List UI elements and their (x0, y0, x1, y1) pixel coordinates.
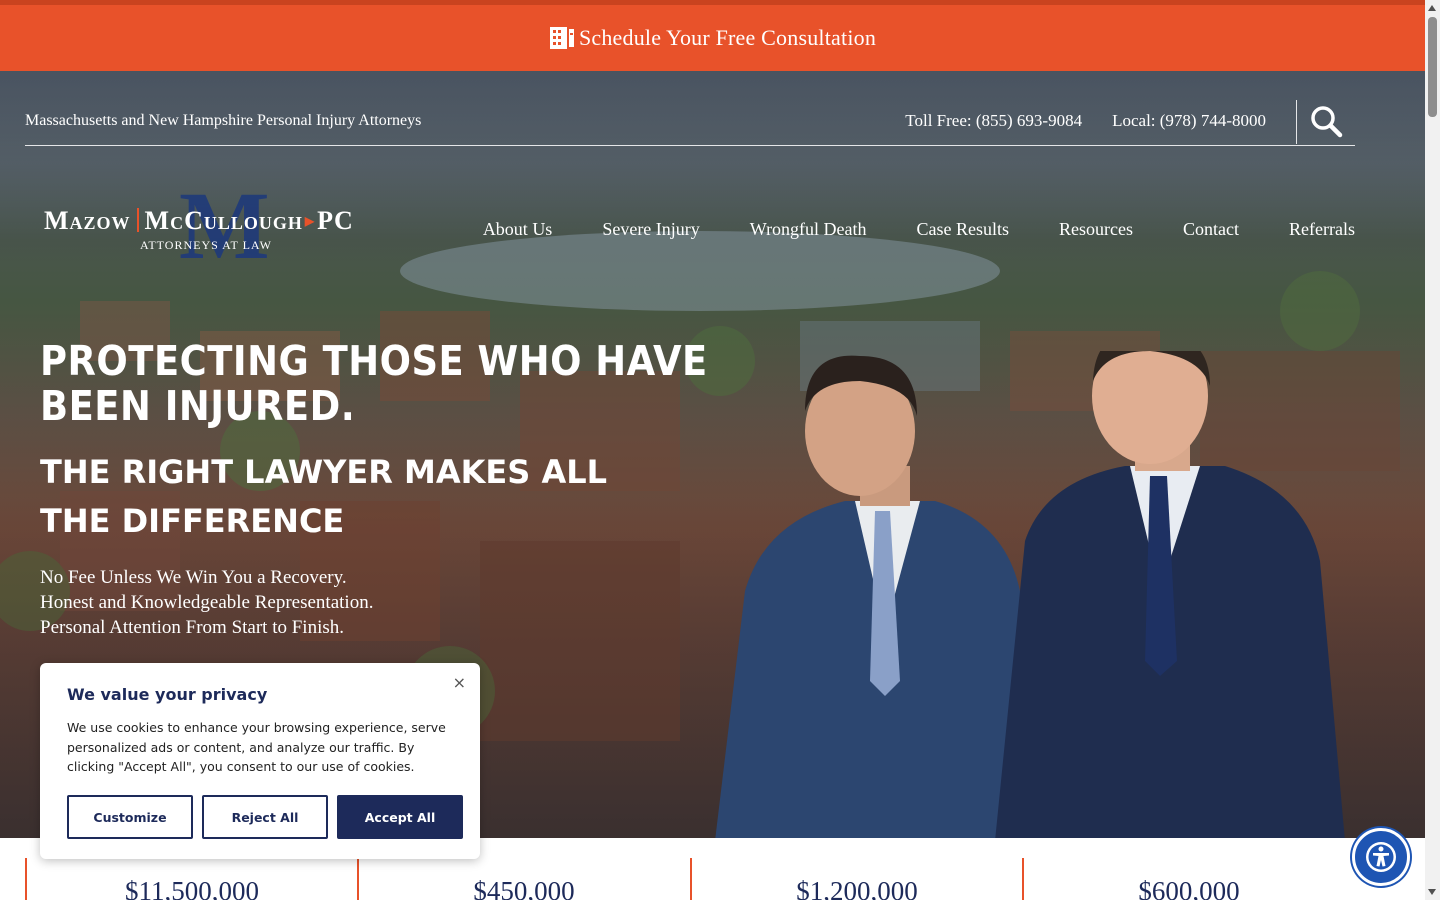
nav-item-about-us[interactable]: About Us (483, 219, 553, 240)
cookie-consent-banner: × We value your privacy We use cookies t… (40, 663, 480, 859)
site-logo[interactable]: M Mazow McCullough ▶PC ATTORNEYS AT LAW (44, 178, 374, 274)
hero-bullet: Honest and Knowledgeable Representation. (40, 592, 374, 613)
utility-bar: Massachusetts and New Hampshire Personal… (25, 96, 1355, 146)
scroll-down-arrow-icon[interactable] (1428, 889, 1436, 895)
cookie-buttons: Customize Reject All Accept All (67, 795, 463, 839)
toll-free-phone[interactable]: Toll Free: (855) 693-9084 (905, 111, 1082, 131)
stat-item: $450,000 (357, 858, 575, 900)
hero-subhead: THE RIGHT LAWYER MAKES ALL THE DIFFERENC… (40, 453, 607, 540)
accessibility-button[interactable] (1352, 828, 1410, 886)
hero-bullet: No Fee Unless We Win You a Recovery. (40, 567, 347, 588)
stat-value: $450,000 (473, 876, 575, 900)
logo-triangle-icon: ▶ (304, 214, 316, 228)
stat-item: $600,000 (1022, 858, 1240, 900)
main-nav: About Us Severe Injury Wrongful Death Ca… (483, 219, 1355, 240)
stat-value: $1,200,000 (796, 876, 918, 900)
utility-divider (1296, 99, 1297, 144)
accessibility-icon (1366, 842, 1396, 872)
site-tagline: Massachusetts and New Hampshire Personal… (25, 111, 422, 129)
logo-name: Mazow McCullough ▶PC (44, 206, 354, 236)
customize-button[interactable]: Customize (67, 795, 193, 839)
logo-separator (136, 208, 139, 232)
stat-value: $600,000 (1138, 876, 1240, 900)
attorneys-photo (715, 351, 1345, 838)
nav-item-referrals[interactable]: Referrals (1289, 219, 1355, 240)
nav-item-case-results[interactable]: Case Results (917, 219, 1010, 240)
consultation-banner[interactable]: Schedule Your Free Consultation (0, 0, 1425, 71)
reject-all-button[interactable]: Reject All (202, 795, 328, 839)
calendar-icon (549, 26, 575, 50)
accept-all-button[interactable]: Accept All (337, 795, 463, 839)
search-icon[interactable] (1309, 104, 1343, 138)
nav-item-resources[interactable]: Resources (1059, 219, 1133, 240)
nav-item-wrongful-death[interactable]: Wrongful Death (750, 219, 867, 240)
local-phone[interactable]: Local: (978) 744-8000 (1112, 111, 1266, 131)
stat-value: $11,500,000 (125, 876, 259, 900)
stat-item: $1,200,000 (690, 858, 918, 900)
logo-subtitle: ATTORNEYS AT LAW (140, 238, 272, 252)
stat-item: $11,500,000 (25, 858, 259, 900)
scroll-up-arrow-icon[interactable] (1428, 5, 1436, 11)
page-scrollbar[interactable] (1425, 0, 1440, 900)
nav-item-contact[interactable]: Contact (1183, 219, 1239, 240)
nav-item-severe-injury[interactable]: Severe Injury (602, 219, 699, 240)
scrollbar-thumb[interactable] (1428, 17, 1437, 117)
cookie-title: We value your privacy (67, 685, 268, 704)
hero-bullets: No Fee Unless We Win You a Recovery. Hon… (40, 565, 373, 640)
hero-headline: PROTECTING THOSE WHO HAVE BEEN INJURED. (40, 337, 708, 430)
logo-name-right: McCullough (144, 206, 303, 235)
logo-name-left: Mazow (44, 206, 131, 235)
logo-suffix: PC (317, 206, 354, 235)
cookie-body: We use cookies to enhance your browsing … (67, 720, 446, 774)
close-icon[interactable]: × (453, 673, 466, 692)
consultation-link[interactable]: Schedule Your Free Consultation (579, 25, 876, 51)
hero-bullet: Personal Attention From Start to Finish. (40, 617, 345, 638)
